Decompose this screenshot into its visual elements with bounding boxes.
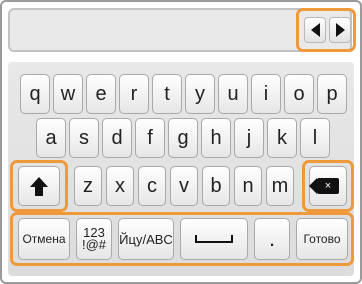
shift-up-arrow-icon xyxy=(30,176,48,196)
key-l[interactable]: l xyxy=(300,118,330,158)
key-v[interactable]: v xyxy=(170,166,198,206)
key-t[interactable]: t xyxy=(152,74,182,114)
key-o[interactable]: o xyxy=(284,74,314,114)
keyboard-row-2: a s d f g h j k l xyxy=(8,118,354,162)
key-q[interactable]: q xyxy=(20,74,50,114)
space-key[interactable] xyxy=(180,218,248,260)
key-p[interactable]: p xyxy=(317,74,347,114)
shift-key[interactable] xyxy=(18,166,60,206)
keyboard-row-1: q w e r t y u i o p xyxy=(8,74,354,118)
backspace-icon: × xyxy=(309,178,339,194)
arrow-left-icon xyxy=(310,23,320,37)
key-j[interactable]: j xyxy=(234,118,264,158)
key-i[interactable]: i xyxy=(251,74,281,114)
keyboard-row-4: Отмена 123 !@# Йцу/ABC . Готово xyxy=(8,212,354,266)
cursor-navigation-group xyxy=(296,8,356,52)
keyboard-screen: q w e r t y u i o p a s d f g h j k l z … xyxy=(0,0,362,284)
key-s[interactable]: s xyxy=(69,118,99,158)
done-button[interactable]: Готово xyxy=(296,218,348,260)
language-switch-key[interactable]: Йцу/ABC xyxy=(118,218,174,260)
keyboard-row-3: z x c v b n m × xyxy=(8,160,354,212)
key-z[interactable]: z xyxy=(74,166,102,206)
cursor-right-button[interactable] xyxy=(329,17,351,43)
backspace-key[interactable]: × xyxy=(309,166,347,206)
text-input-bar xyxy=(8,8,356,52)
period-key[interactable]: . xyxy=(254,218,290,260)
key-h[interactable]: h xyxy=(201,118,231,158)
key-d[interactable]: d xyxy=(102,118,132,158)
text-input[interactable] xyxy=(18,14,292,48)
key-r[interactable]: r xyxy=(119,74,149,114)
key-f[interactable]: f xyxy=(135,118,165,158)
key-y[interactable]: y xyxy=(185,74,215,114)
key-n[interactable]: n xyxy=(234,166,262,206)
key-e[interactable]: e xyxy=(86,74,116,114)
virtual-keyboard: q w e r t y u i o p a s d f g h j k l z … xyxy=(8,62,354,276)
key-b[interactable]: b xyxy=(202,166,230,206)
arrow-right-icon xyxy=(335,23,345,37)
cancel-button[interactable]: Отмена xyxy=(18,218,70,260)
cursor-left-button[interactable] xyxy=(304,17,326,43)
key-k[interactable]: k xyxy=(267,118,297,158)
key-g[interactable]: g xyxy=(168,118,198,158)
symbols-label-bottom: !@# xyxy=(81,237,107,252)
key-a[interactable]: a xyxy=(36,118,66,158)
key-u[interactable]: u xyxy=(218,74,248,114)
key-c[interactable]: c xyxy=(138,166,166,206)
space-icon xyxy=(195,235,233,243)
key-x[interactable]: x xyxy=(106,166,134,206)
key-w[interactable]: w xyxy=(53,74,83,114)
numbers-symbols-key[interactable]: 123 !@# xyxy=(76,218,112,260)
key-m[interactable]: m xyxy=(266,166,294,206)
